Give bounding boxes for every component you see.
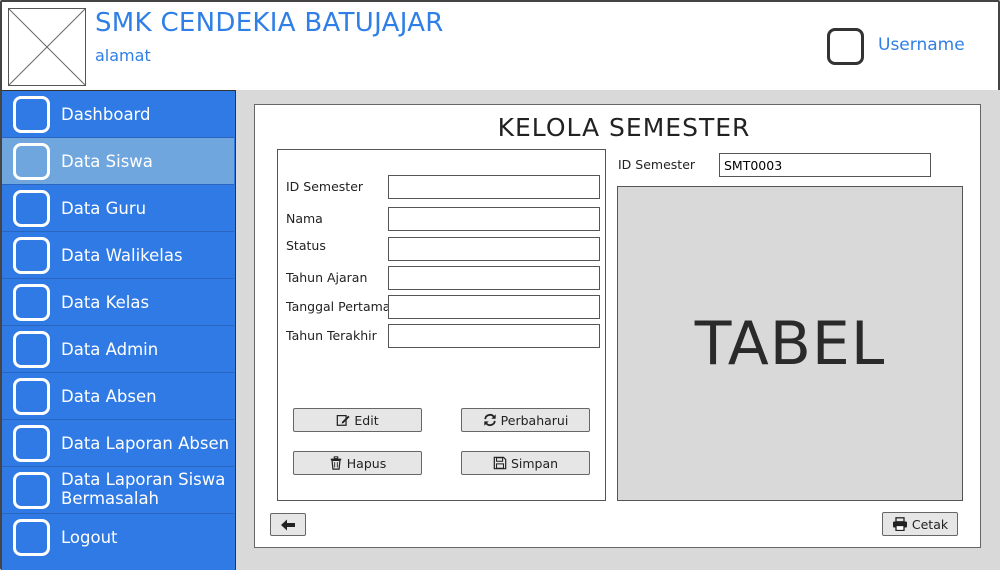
refresh-button-label: Perbaharui [500, 412, 569, 428]
sidebar-item-data-walikelas[interactable]: Data Walikelas [2, 232, 234, 279]
sidebar-item-data-absen[interactable]: Data Absen [2, 373, 234, 420]
refresh-button[interactable]: Perbaharui [461, 408, 590, 432]
data-siswa-icon [13, 143, 50, 180]
table-placeholder-label: TABEL [694, 308, 886, 379]
data-laporan-absen-icon [13, 425, 50, 462]
sidebar: Dashboard Data Siswa Data Guru Data Wali… [2, 90, 236, 570]
sidebar-item-label: Logout [61, 528, 118, 547]
refresh-icon [483, 413, 497, 427]
back-button[interactable] [270, 513, 306, 536]
trash-icon [329, 456, 343, 470]
dashboard-icon [13, 96, 50, 133]
tahun-terakhir-label: Tahun Terakhir [286, 328, 377, 343]
tanggal-pertama-field[interactable] [388, 295, 600, 319]
sidebar-item-dashboard[interactable]: Dashboard [2, 91, 234, 138]
school-logo-placeholder [8, 8, 86, 86]
search-id-semester-input[interactable] [719, 153, 931, 177]
print-button-label: Cetak [911, 516, 949, 532]
sidebar-item-data-kelas[interactable]: Data Kelas [2, 279, 234, 326]
id-semester-field[interactable] [388, 175, 600, 199]
print-button[interactable]: Cetak [882, 512, 958, 536]
sidebar-item-label: Data Laporan Absen [61, 434, 230, 453]
sidebar-item-label: Data Laporan Siswa Bermasalah [61, 470, 226, 508]
nama-label: Nama [286, 211, 323, 226]
nama-field[interactable] [388, 207, 600, 231]
data-guru-icon [13, 190, 50, 227]
save-icon [493, 456, 507, 470]
username-label[interactable]: Username [878, 35, 965, 55]
sidebar-item-data-siswa[interactable]: Data Siswa [2, 138, 234, 185]
status-field[interactable] [388, 237, 600, 261]
arrow-left-icon [280, 518, 296, 532]
edit-button[interactable]: Edit [293, 408, 422, 432]
data-laporan-siswa-bermasalah-icon [13, 472, 50, 509]
sidebar-item-label: Dashboard [61, 105, 151, 124]
tanggal-pertama-label: Tanggal Pertama [286, 299, 391, 314]
printer-icon [892, 517, 908, 531]
tahun-ajaran-field[interactable] [388, 266, 600, 290]
school-address: alamat [95, 46, 151, 65]
search-id-semester-label: ID Semester [618, 157, 696, 172]
edit-icon [336, 413, 350, 427]
delete-button-label: Hapus [346, 455, 387, 471]
tahun-ajaran-label: Tahun Ajaran [286, 270, 368, 285]
sidebar-item-data-laporan-absen[interactable]: Data Laporan Absen [2, 420, 234, 467]
sidebar-item-label: Data Guru [61, 199, 147, 218]
data-kelas-icon [13, 284, 50, 321]
school-name: SMK CENDEKIA BATUJAJAR [95, 8, 444, 38]
edit-button-label: Edit [354, 412, 379, 428]
tahun-terakhir-field[interactable] [388, 324, 600, 348]
save-button[interactable]: Simpan [461, 451, 590, 475]
sidebar-item-logout[interactable]: Logout [2, 514, 234, 561]
sidebar-item-data-admin[interactable]: Data Admin [2, 326, 234, 373]
data-walikelas-icon [13, 237, 50, 274]
sidebar-item-label: Data Absen [61, 387, 157, 406]
sidebar-item-label: Data Siswa [61, 152, 153, 171]
sidebar-item-label: Data Kelas [61, 293, 150, 312]
user-avatar[interactable] [827, 28, 864, 65]
status-label: Status [286, 238, 326, 253]
logout-icon [13, 519, 50, 556]
sidebar-item-data-laporan-siswa-bermasalah[interactable]: Data Laporan Siswa Bermasalah [2, 467, 234, 514]
sidebar-item-data-guru[interactable]: Data Guru [2, 185, 234, 232]
sidebar-item-label: Data Walikelas [61, 246, 183, 265]
delete-button[interactable]: Hapus [293, 451, 422, 475]
semester-table[interactable]: TABEL [617, 186, 963, 501]
data-admin-icon [13, 331, 50, 368]
page-title: KELOLA SEMESTER [497, 113, 751, 142]
data-absen-icon [13, 378, 50, 415]
sidebar-item-label: Data Admin [61, 340, 159, 359]
save-button-label: Simpan [510, 455, 559, 471]
id-semester-label: ID Semester [286, 179, 364, 194]
